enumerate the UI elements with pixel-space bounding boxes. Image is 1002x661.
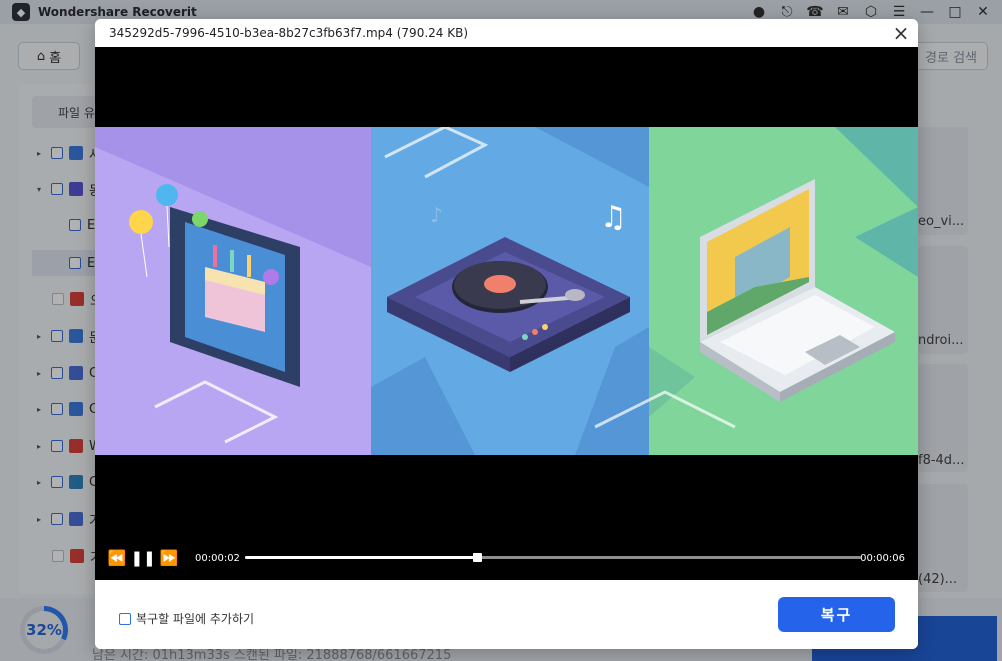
pause-icon[interactable]: ❚❚ [130,548,155,568]
player-controls: ⏪ ❚❚ ⏩ 00:00:02 00:00:06 [95,544,918,572]
dialog-header: 345292d5-7996-4510-b3ea-8b27c3fb63f7.mp4… [95,19,918,47]
video-preview-dialog: 345292d5-7996-4510-b3ea-8b27c3fb63f7.mp4… [95,19,918,649]
add-to-recovery-label: 복구할 파일에 추가하기 [136,612,255,626]
rewind-icon[interactable]: ⏪ [107,548,127,568]
preview-file-title: 345292d5-7996-4510-b3ea-8b27c3fb63f7.mp4… [109,26,469,40]
checkbox-icon[interactable] [119,612,131,625]
close-dialog-icon[interactable]: × [890,21,912,45]
current-time: 00:00:02 [195,552,240,564]
svg-text:♫: ♫ [600,200,627,235]
total-time: 00:00:06 [860,552,905,564]
seek-handle[interactable] [473,553,482,562]
video-thumbnail-illustration: ♫ ♪ [95,127,918,455]
seek-bar[interactable] [245,553,861,562]
video-frame: ♫ ♪ [95,127,918,455]
fast-forward-icon[interactable]: ⏩ [159,548,179,568]
add-to-recovery-checkbox[interactable]: 복구할 파일에 추가하기 [119,610,254,627]
seek-bar-progress [245,556,477,559]
recover-button[interactable]: 복구 [778,597,895,632]
svg-text:♪: ♪ [430,203,443,227]
video-player[interactable]: ♫ ♪ ⏪ ❚❚ ⏩ 00:00:02 00:00:06 [95,47,918,580]
dialog-footer: 복구할 파일에 추가하기 복구 [95,580,918,649]
